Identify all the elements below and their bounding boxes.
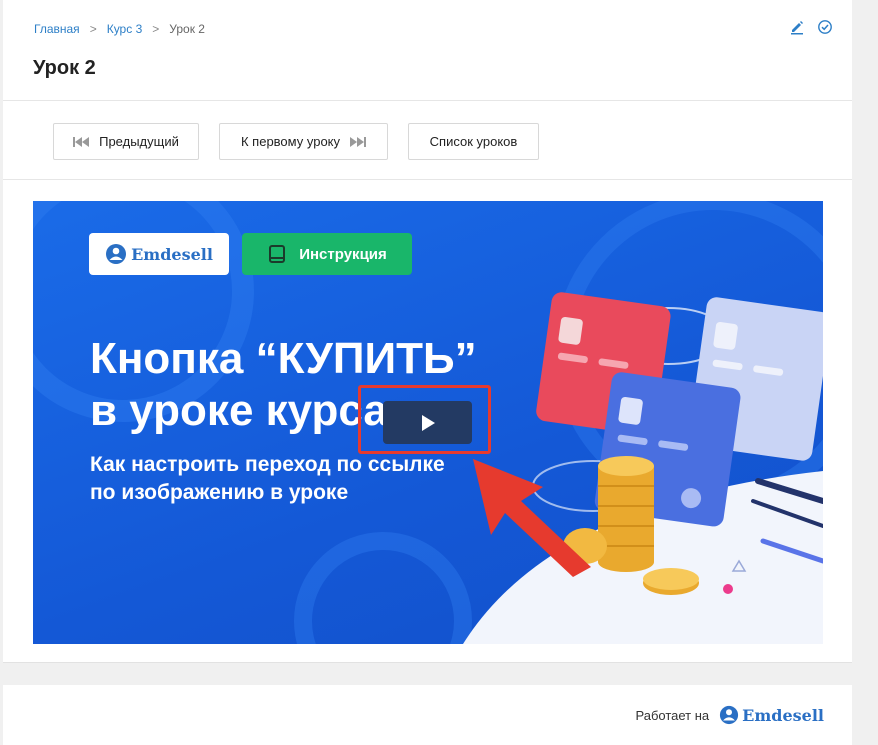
lesson-card: Главная > Курс 3 > Урок 2 Урок 2 Предыду… (3, 0, 852, 663)
pointer-arrow-icon (473, 459, 591, 577)
logo-text: Emdesell (131, 244, 213, 264)
footer-card: Работает на Emdesell (3, 685, 852, 745)
video-player[interactable]: Emdesell Инструкция Кнопка “КУПИТЬ” в ур… (33, 201, 823, 644)
breadcrumb: Главная > Курс 3 > Урок 2 (34, 22, 205, 36)
lesson-nav: Предыдущий К первому уроку Список уроков (3, 101, 852, 180)
header-tools (789, 19, 833, 35)
play-button[interactable] (383, 401, 472, 444)
book-icon (269, 245, 286, 263)
powered-label: Работает на (635, 707, 710, 723)
lesson-header: Главная > Курс 3 > Урок 2 Урок 2 (3, 0, 852, 101)
breadcrumb-separator: > (89, 22, 97, 36)
emdesell-logo-badge: Emdesell (89, 233, 229, 275)
skip-back-icon (73, 136, 90, 147)
powered-logo-text: Emdesell (742, 705, 824, 725)
breadcrumb-home-link[interactable]: Главная (34, 22, 80, 36)
lesson-list-label: Список уроков (429, 134, 518, 149)
first-lesson-label: К первому уроку (240, 134, 341, 149)
previous-label: Предыдущий (99, 134, 179, 149)
instruction-label: Инструкция (299, 245, 387, 263)
banner-title: Кнопка “КУПИТЬ” в уроке курса (90, 334, 477, 435)
page-title: Урок 2 (33, 57, 96, 79)
breadcrumb-current: Урок 2 (169, 22, 205, 36)
check-circle-icon[interactable] (817, 19, 833, 35)
emdesell-logo-icon (720, 705, 739, 725)
previous-button[interactable]: Предыдущий (53, 123, 199, 160)
edit-icon[interactable] (789, 19, 805, 35)
instruction-badge: Инструкция (242, 233, 412, 275)
powered-by: Работает на Emdesell (635, 705, 824, 725)
powered-logo-link[interactable]: Emdesell (719, 705, 824, 725)
play-icon (421, 414, 435, 431)
emdesell-logo-icon (106, 244, 127, 264)
breadcrumb-separator: > (152, 22, 160, 36)
breadcrumb-course-link[interactable]: Курс 3 (107, 22, 143, 36)
skip-forward-icon (350, 136, 367, 147)
lesson-list-button[interactable]: Список уроков (408, 123, 539, 160)
first-lesson-button[interactable]: К первому уроку (219, 123, 388, 160)
